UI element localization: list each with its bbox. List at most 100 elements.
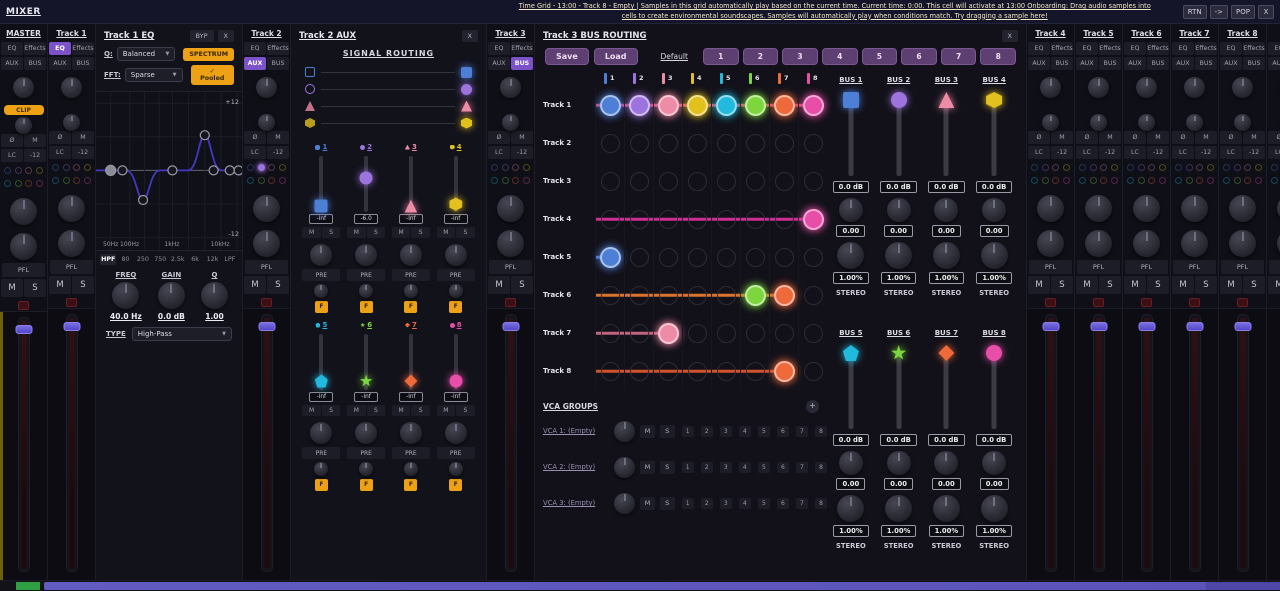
send-trim-knob[interactable] <box>314 284 328 298</box>
bus-pan-knob[interactable] <box>982 198 1006 222</box>
send-mute-button[interactable]: M <box>347 405 366 416</box>
phase-button[interactable]: Ø <box>244 131 266 144</box>
level-knob[interactable] <box>1037 230 1064 257</box>
gain-knob[interactable] <box>1184 77 1205 98</box>
pan-knob[interactable] <box>10 198 37 225</box>
pre-post-toggle[interactable]: PRE <box>437 447 475 459</box>
pad-button[interactable]: -12 <box>1195 146 1217 159</box>
matrix-cell-1[interactable] <box>595 352 624 390</box>
matrix-cell-2[interactable] <box>624 124 653 162</box>
lowcut-button[interactable]: LC <box>49 146 71 159</box>
return-button[interactable]: RTN <box>1183 5 1207 19</box>
level-knob[interactable] <box>1229 230 1256 257</box>
bus-width-value[interactable]: 1.00% <box>881 272 917 284</box>
gain-knob[interactable] <box>1232 77 1253 98</box>
channel-fader[interactable] <box>487 308 534 580</box>
phase-button[interactable]: Ø <box>1268 131 1280 144</box>
trim-knob[interactable] <box>1090 114 1107 131</box>
gain-knob[interactable] <box>256 77 277 98</box>
send-pan-knob[interactable] <box>355 422 377 444</box>
trim-knob[interactable] <box>1042 114 1059 131</box>
solo-button[interactable]: S <box>72 276 94 294</box>
add-vca-button[interactable]: + <box>806 400 819 413</box>
aux-button[interactable]: AUX <box>1 57 23 70</box>
pfl-button[interactable]: PFL <box>1269 260 1280 274</box>
eq-band-point-4[interactable] <box>168 166 177 175</box>
eq-button[interactable]: EQ <box>1172 42 1194 55</box>
bus-width-knob[interactable] <box>885 495 912 522</box>
send-level-value[interactable]: -inf <box>309 214 333 224</box>
send-solo-button[interactable]: S <box>411 405 430 416</box>
pfl-button[interactable]: PFL <box>1173 260 1216 274</box>
channel-fader[interactable] <box>1171 308 1218 580</box>
vca-assign-1[interactable]: 1 <box>682 462 694 473</box>
mute-button[interactable]: M <box>1076 276 1098 294</box>
bus-width-knob[interactable] <box>885 242 912 269</box>
send-mute-button[interactable]: M <box>392 227 411 238</box>
vca-assign-8[interactable]: 8 <box>815 498 827 509</box>
vca-assign-8[interactable]: 8 <box>815 462 827 473</box>
eq-band-750[interactable]: 750 <box>152 254 168 265</box>
pfl-button[interactable]: PFL <box>50 260 93 274</box>
record-indicator[interactable] <box>18 301 29 310</box>
bus-width-value[interactable]: 1.00% <box>833 525 869 537</box>
send-slider-handle[interactable] <box>315 200 328 213</box>
bus-pan-value[interactable]: 0.00 <box>836 478 865 490</box>
knob-value[interactable]: 1.00 <box>205 312 224 321</box>
eq-band-point-3[interactable] <box>139 196 148 205</box>
vca-assign-8[interactable]: 8 <box>815 426 827 437</box>
matrix-cell-6[interactable] <box>740 162 769 200</box>
pan-knob[interactable] <box>1085 195 1112 222</box>
solo-button[interactable]: S <box>24 279 46 297</box>
phase-button[interactable]: Ø <box>1172 131 1194 144</box>
send-trim-knob[interactable] <box>404 284 418 298</box>
bus-pan-value[interactable]: 0.00 <box>884 225 913 237</box>
channel-fader[interactable] <box>1075 308 1122 580</box>
eq-button[interactable]: EQ <box>1220 42 1242 55</box>
send-trim-knob[interactable] <box>449 462 463 476</box>
send-pan-knob[interactable] <box>400 422 422 444</box>
channel-fader[interactable] <box>0 311 47 580</box>
send-mute-button[interactable]: M <box>302 405 321 416</box>
record-indicator[interactable] <box>1093 298 1104 307</box>
bus-gain-value[interactable]: 0.0 dB <box>976 434 1012 446</box>
bus-slider-handle[interactable] <box>986 92 1002 108</box>
pfl-button[interactable]: PFL <box>1221 260 1264 274</box>
bus-level-slider[interactable] <box>986 92 1002 176</box>
send-slider-handle[interactable] <box>449 198 462 211</box>
bus-width-value[interactable]: 1.00% <box>929 525 965 537</box>
matrix-cell-6[interactable] <box>740 314 769 352</box>
bus-width-knob[interactable] <box>837 242 864 269</box>
vca-mute-button[interactable]: M <box>640 425 655 438</box>
preset-button-5[interactable]: 5 <box>862 48 898 65</box>
matrix-cell-3[interactable] <box>653 162 682 200</box>
pan-knob[interactable] <box>253 195 280 222</box>
mute-button[interactable]: M <box>1 279 23 297</box>
trim-knob[interactable] <box>15 117 32 134</box>
send-level-value[interactable]: -inf <box>444 392 468 402</box>
solo-button[interactable]: S <box>1195 276 1217 294</box>
matrix-cell-5[interactable] <box>711 86 740 124</box>
bus-button[interactable]: BUS <box>72 57 94 70</box>
load-button[interactable]: Load <box>594 48 638 65</box>
matrix-cell-8[interactable] <box>798 86 827 124</box>
bus-mode-label[interactable]: STEREO <box>925 287 967 299</box>
bus-pan-knob[interactable] <box>839 451 863 475</box>
lowcut-button[interactable]: LC <box>1268 146 1280 159</box>
spectrum-button[interactable]: SPECTRUM <box>183 48 234 61</box>
vca-mute-button[interactable]: M <box>640 497 655 510</box>
solo-button[interactable]: S <box>267 276 289 294</box>
gain-knob[interactable] <box>1088 77 1109 98</box>
bus-pan-knob[interactable] <box>982 451 1006 475</box>
filter-type-select[interactable]: High-Pass▼ <box>132 327 232 341</box>
matrix-cell-7[interactable] <box>769 200 798 238</box>
aux-button[interactable]: AUX <box>244 57 266 70</box>
vca-solo-button[interactable]: S <box>660 497 675 510</box>
eq-band-lpf[interactable]: LPF <box>222 254 238 265</box>
bus-pan-knob[interactable] <box>934 198 958 222</box>
mute-button[interactable]: M <box>244 276 266 294</box>
record-indicator[interactable] <box>1189 298 1200 307</box>
effects-button[interactable]: Effects <box>267 42 289 55</box>
bus-gain-value[interactable]: 0.0 dB <box>880 181 916 193</box>
vca-assign-6[interactable]: 6 <box>777 462 789 473</box>
